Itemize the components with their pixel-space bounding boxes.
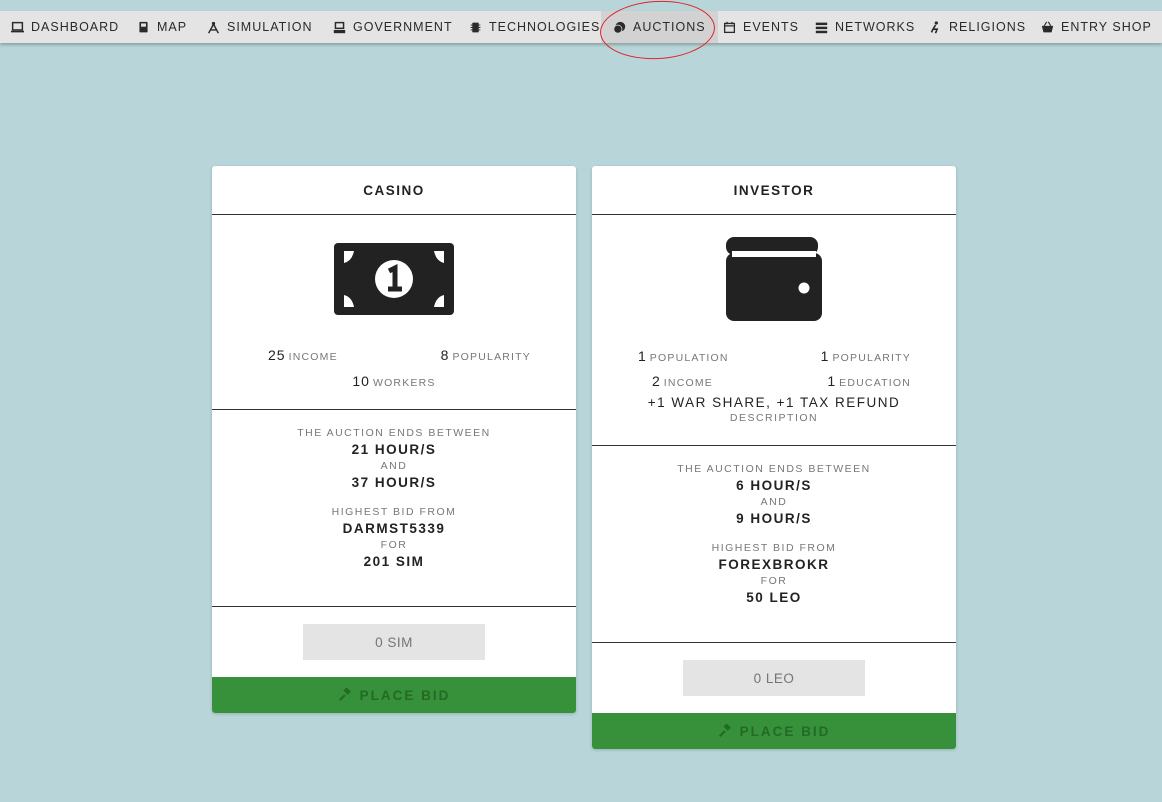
nav-networks[interactable]: NETWORKS bbox=[815, 11, 915, 43]
gavel-icon bbox=[718, 724, 731, 738]
gavel-icon bbox=[338, 688, 351, 702]
auction-card-investor: INVESTOR 1 POPULATION 1 POPULARITY 2 INCOME… bbox=[592, 166, 956, 749]
top-strip bbox=[0, 0, 1162, 11]
place-bid-label: PLACE BID bbox=[359, 687, 451, 703]
description-value: +1 WAR SHARE, +1 TAX REFUND bbox=[647, 395, 901, 410]
auction-ends-min: 6 HOUR/S bbox=[736, 478, 812, 493]
stat-popularity: 8 POPULARITY bbox=[440, 347, 531, 363]
nav-label: DASHBOARD bbox=[31, 20, 120, 34]
stat-row: 10 WORKERS bbox=[212, 373, 576, 389]
and-label: AND bbox=[760, 496, 788, 508]
nav-label: GOVERNMENT bbox=[353, 20, 453, 34]
nav-label: ENTRY SHOP bbox=[1061, 20, 1152, 34]
highest-bidder: FOREXBROKR bbox=[718, 557, 830, 572]
nav-label: NETWORKS bbox=[835, 20, 916, 34]
auction-ends-label: THE AUCTION ENDS BETWEEN bbox=[297, 427, 491, 439]
nav-map[interactable]: MAP bbox=[137, 11, 187, 43]
stat-row: 2 INCOME 1 EDUCATION bbox=[592, 373, 956, 389]
server-icon bbox=[815, 22, 828, 33]
praying-icon bbox=[930, 20, 939, 33]
stat-education: 1 EDUCATION bbox=[827, 373, 911, 389]
place-bid-label: PLACE BID bbox=[739, 723, 831, 739]
nav-dashboard[interactable]: DASHBOARD bbox=[11, 11, 119, 43]
card-title: CASINO bbox=[212, 166, 576, 215]
card-info-section: 25 INCOME 8 POPULARITY 10 WORKERS bbox=[212, 215, 576, 410]
stat-income: 2 INCOME bbox=[652, 373, 713, 389]
card-title: INVESTOR bbox=[592, 166, 956, 215]
bid-amount: 201 SIM bbox=[363, 554, 425, 569]
calendar-icon bbox=[723, 21, 736, 33]
auction-ends-max: 37 HOUR/S bbox=[351, 475, 437, 490]
nav-events[interactable]: EVENTS bbox=[723, 11, 799, 43]
card-info-section: 1 POPULATION 1 POPULARITY 2 INCOME 1 EDUCATI… bbox=[592, 215, 956, 446]
stat-popularity: 1 POPULARITY bbox=[820, 348, 911, 364]
nav-government[interactable]: GOVERNMENT bbox=[333, 11, 453, 43]
basket-icon bbox=[1041, 21, 1054, 32]
book-icon bbox=[139, 21, 148, 32]
stat-workers: 10 WORKERS bbox=[352, 373, 436, 389]
auction-details: THE AUCTION ENDS BETWEEN 21 HOUR/S AND 3… bbox=[212, 410, 576, 607]
card-icon-wrap bbox=[212, 215, 576, 315]
nav-religions[interactable]: RELIGIONS bbox=[929, 11, 1026, 43]
highest-bid-label: HIGHEST BID FROM bbox=[711, 542, 837, 554]
chip-icon bbox=[470, 22, 481, 32]
compass-icon bbox=[207, 21, 220, 34]
stat-population: 1 POPULATION bbox=[638, 348, 729, 364]
bid-input-area bbox=[592, 643, 956, 713]
nav-label: RELIGIONS bbox=[949, 20, 1027, 34]
auction-ends-max: 9 HOUR/S bbox=[736, 511, 812, 526]
bid-input-area bbox=[212, 607, 576, 677]
and-label: AND bbox=[380, 460, 408, 472]
nav-label: EVENTS bbox=[743, 20, 800, 34]
nav-label: MAP bbox=[157, 20, 188, 34]
auction-ends-label: THE AUCTION ENDS BETWEEN bbox=[677, 463, 871, 475]
nav-technologies[interactable]: TECHNOLOGIES bbox=[469, 11, 600, 43]
place-bid-button[interactable]: PLACE BID bbox=[212, 677, 576, 713]
nav-label: SIMULATION bbox=[227, 20, 313, 34]
card-icon-wrap bbox=[592, 215, 956, 321]
description-label: DESCRIPTION bbox=[729, 412, 819, 424]
main-navbar: DASHBOARD MAP SIMULATION GOVERNMENT TECH… bbox=[0, 11, 1162, 43]
nav-entry-shop[interactable]: ENTRY SHOP bbox=[1041, 11, 1152, 43]
nav-simulation[interactable]: SIMULATION bbox=[207, 11, 312, 43]
wallet-icon bbox=[726, 237, 822, 321]
stat-row: 25 INCOME 8 POPULARITY bbox=[212, 347, 576, 363]
for-label: FOR bbox=[380, 539, 408, 551]
description-block: +1 WAR SHARE, +1 TAX REFUND DESCRIPTION bbox=[592, 395, 956, 424]
stat-income: 25 INCOME bbox=[268, 347, 338, 363]
for-label: FOR bbox=[760, 575, 788, 587]
laptop-icon bbox=[11, 21, 24, 32]
highest-bidder: DARMST5339 bbox=[342, 521, 446, 536]
auction-details: THE AUCTION ENDS BETWEEN 6 HOUR/S AND 9 … bbox=[592, 446, 956, 643]
highest-bid-label: HIGHEST BID FROM bbox=[331, 506, 457, 518]
nav-label: TECHNOLOGIES bbox=[489, 20, 601, 34]
bid-input[interactable] bbox=[303, 624, 485, 660]
ballot-box-icon bbox=[333, 21, 346, 33]
money-bill-icon bbox=[334, 243, 454, 315]
auction-card-casino: CASINO 25 INCOME 8 POPULARITY 10 WORKERS TH… bbox=[212, 166, 576, 713]
bid-amount: 50 LEO bbox=[746, 590, 802, 605]
bid-input[interactable] bbox=[683, 660, 865, 696]
stat-row: 1 POPULATION 1 POPULARITY bbox=[592, 348, 956, 364]
auction-ends-min: 21 HOUR/S bbox=[351, 442, 437, 457]
place-bid-button[interactable]: PLACE BID bbox=[592, 713, 956, 749]
